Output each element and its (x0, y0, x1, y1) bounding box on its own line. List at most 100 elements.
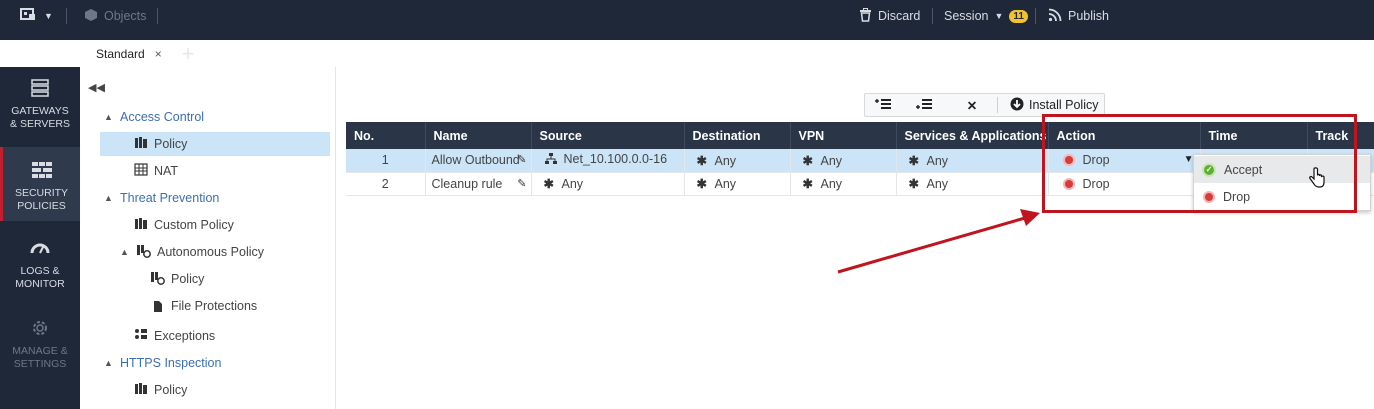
option-label: Drop (1223, 189, 1251, 204)
tree-group-access-control[interactable]: ▲ Access Control (104, 105, 204, 129)
dropdown-option-accept[interactable]: ✓ Accept (1194, 156, 1370, 183)
any-asterisk-icon: ✱ (802, 177, 813, 191)
tree-item-https-policy[interactable]: Policy (134, 378, 187, 402)
policy-tree-panel: ◀◀ ▲ Access Control Policy NAT ▲ Threat … (80, 67, 336, 409)
tree-label: Policy (154, 383, 188, 397)
nav-logs-monitor[interactable]: LOGS & MONITOR (0, 237, 80, 303)
table-header: No. Name Source Destination VPN Services… (346, 122, 1374, 149)
tree-label: Policy (154, 137, 188, 151)
action-cell[interactable]: Drop (1048, 172, 1201, 196)
discard-button[interactable]: Discard (859, 0, 920, 32)
column-header-vpn[interactable]: VPN (790, 122, 897, 149)
tree-item-access-policy[interactable]: Policy (100, 132, 330, 156)
collapse-panel-icon[interactable]: ◀◀ (88, 81, 105, 94)
policy-book-icon (134, 382, 148, 398)
install-policy-button[interactable]: Install Policy (998, 94, 1104, 116)
source-cell[interactable]: ✱ Any (531, 172, 685, 196)
tree-subgroup-autonomous-policy[interactable]: ▲ Autonomous Policy (120, 240, 264, 264)
destination-cell[interactable]: ✱ Any (684, 149, 791, 173)
source-value: Net_10.100.0.0-16 (563, 152, 668, 167)
tree-item-autonomous-policy[interactable]: Policy (150, 267, 204, 291)
tree-item-file-protections[interactable]: File Protections (150, 294, 257, 318)
column-header-track[interactable]: Track (1307, 122, 1374, 149)
nav-label: SECURITY (14, 187, 69, 199)
nav-security-policies[interactable]: SECURITY POLICIES (0, 147, 80, 221)
trash-icon (859, 7, 872, 25)
hand-cursor-icon (1308, 167, 1326, 192)
rule-name-cell[interactable]: Allow Outbound ✎ (425, 149, 532, 173)
any-asterisk-icon: ✱ (908, 177, 919, 191)
nav-manage-settings[interactable]: MANAGE & SETTINGS (0, 317, 80, 383)
tree-label: NAT (154, 164, 179, 178)
column-header-action[interactable]: Action (1048, 122, 1201, 149)
nav-label: & SERVERS (10, 118, 70, 130)
tab-label: Standard (96, 47, 145, 61)
any-asterisk-icon: ✱ (543, 177, 554, 191)
tree-group-https-inspection[interactable]: ▲ HTTPS Inspection (104, 351, 221, 375)
nav-label: MONITOR (15, 278, 65, 290)
any-asterisk-icon: ✱ (696, 177, 707, 191)
rule-name-cell[interactable]: Cleanup rule ✎ (425, 172, 532, 196)
column-header-name[interactable]: Name (425, 122, 532, 149)
tab-standard[interactable]: Standard × (80, 40, 168, 68)
nav-label: SETTINGS (13, 358, 67, 370)
column-header-destination[interactable]: Destination (684, 122, 791, 149)
close-icon[interactable]: × (155, 47, 162, 61)
accept-icon: ✓ (1202, 162, 1216, 177)
rule-name: Cleanup rule (431, 176, 503, 191)
tree-label: Access Control (120, 110, 205, 124)
app-menu-button[interactable]: ▼ (20, 0, 53, 32)
exceptions-icon (134, 328, 148, 344)
source-cell[interactable]: Net_10.100.0.0-16 (531, 149, 685, 173)
column-header-services[interactable]: Services & Applications (896, 122, 1049, 149)
tree-item-nat[interactable]: NAT (134, 159, 178, 183)
add-rule-above-icon (874, 98, 892, 113)
services-cell[interactable]: ✱ Any (896, 172, 1049, 196)
add-rule-above-button[interactable] (865, 94, 901, 116)
nav-gateways-servers[interactable]: GATEWAYS & SERVERS (0, 77, 80, 143)
services-value: Any (926, 153, 949, 168)
services-cell[interactable]: ✱ Any (896, 149, 1049, 173)
delete-rule-button[interactable]: ✕ (947, 94, 997, 116)
nav-label: MANAGE & (12, 345, 68, 357)
security-policies-icon (31, 159, 53, 181)
tree-label: Custom Policy (154, 218, 234, 232)
caret-up-icon: ▲ (104, 112, 113, 122)
dropdown-option-drop[interactable]: Drop (1194, 183, 1370, 210)
discard-label: Discard (878, 9, 921, 23)
column-header-source[interactable]: Source (531, 122, 685, 149)
tree-group-threat-prevention[interactable]: ▲ Threat Prevention (104, 186, 219, 210)
nat-icon (134, 163, 148, 179)
left-navigation: GATEWAYS & SERVERS SECURITY POLICIES LOG… (0, 67, 80, 409)
chevron-down-icon[interactable]: ▼ (1184, 154, 1194, 165)
publish-button[interactable]: Publish (1048, 0, 1109, 32)
add-tab-button[interactable]: + (176, 41, 200, 67)
objects-label: Objects (104, 9, 147, 23)
tree-label: File Protections (171, 299, 258, 313)
file-icon (150, 300, 165, 313)
destination-value: Any (714, 177, 737, 191)
action-cell[interactable]: Drop ▼ (1048, 149, 1201, 173)
vpn-cell[interactable]: ✱ Any (790, 149, 897, 173)
add-rule-below-icon (915, 98, 933, 113)
session-button[interactable]: Session ▼ 11 (944, 0, 1028, 32)
app-menu-icon (20, 7, 38, 25)
drop-icon (1062, 177, 1075, 190)
drop-icon (1203, 190, 1215, 203)
pencil-icon[interactable]: ✎ (517, 177, 526, 190)
divider (157, 8, 158, 24)
add-rule-below-button[interactable] (901, 94, 947, 116)
rule-number: 1 (346, 149, 426, 173)
tree-label: Exceptions (154, 329, 216, 343)
pencil-icon[interactable]: ✎ (517, 153, 526, 166)
rss-publish-icon (1048, 8, 1062, 25)
caret-up-icon: ▲ (120, 247, 129, 257)
column-header-time[interactable]: Time (1200, 122, 1308, 149)
column-header-no[interactable]: No. (346, 122, 426, 149)
vpn-cell[interactable]: ✱ Any (790, 172, 897, 196)
tree-item-exceptions[interactable]: Exceptions (134, 324, 215, 348)
destination-cell[interactable]: ✱ Any (684, 172, 791, 196)
tree-label: Policy (171, 272, 205, 286)
objects-button[interactable]: Objects (84, 0, 146, 32)
tree-item-custom-policy[interactable]: Custom Policy (134, 213, 234, 237)
